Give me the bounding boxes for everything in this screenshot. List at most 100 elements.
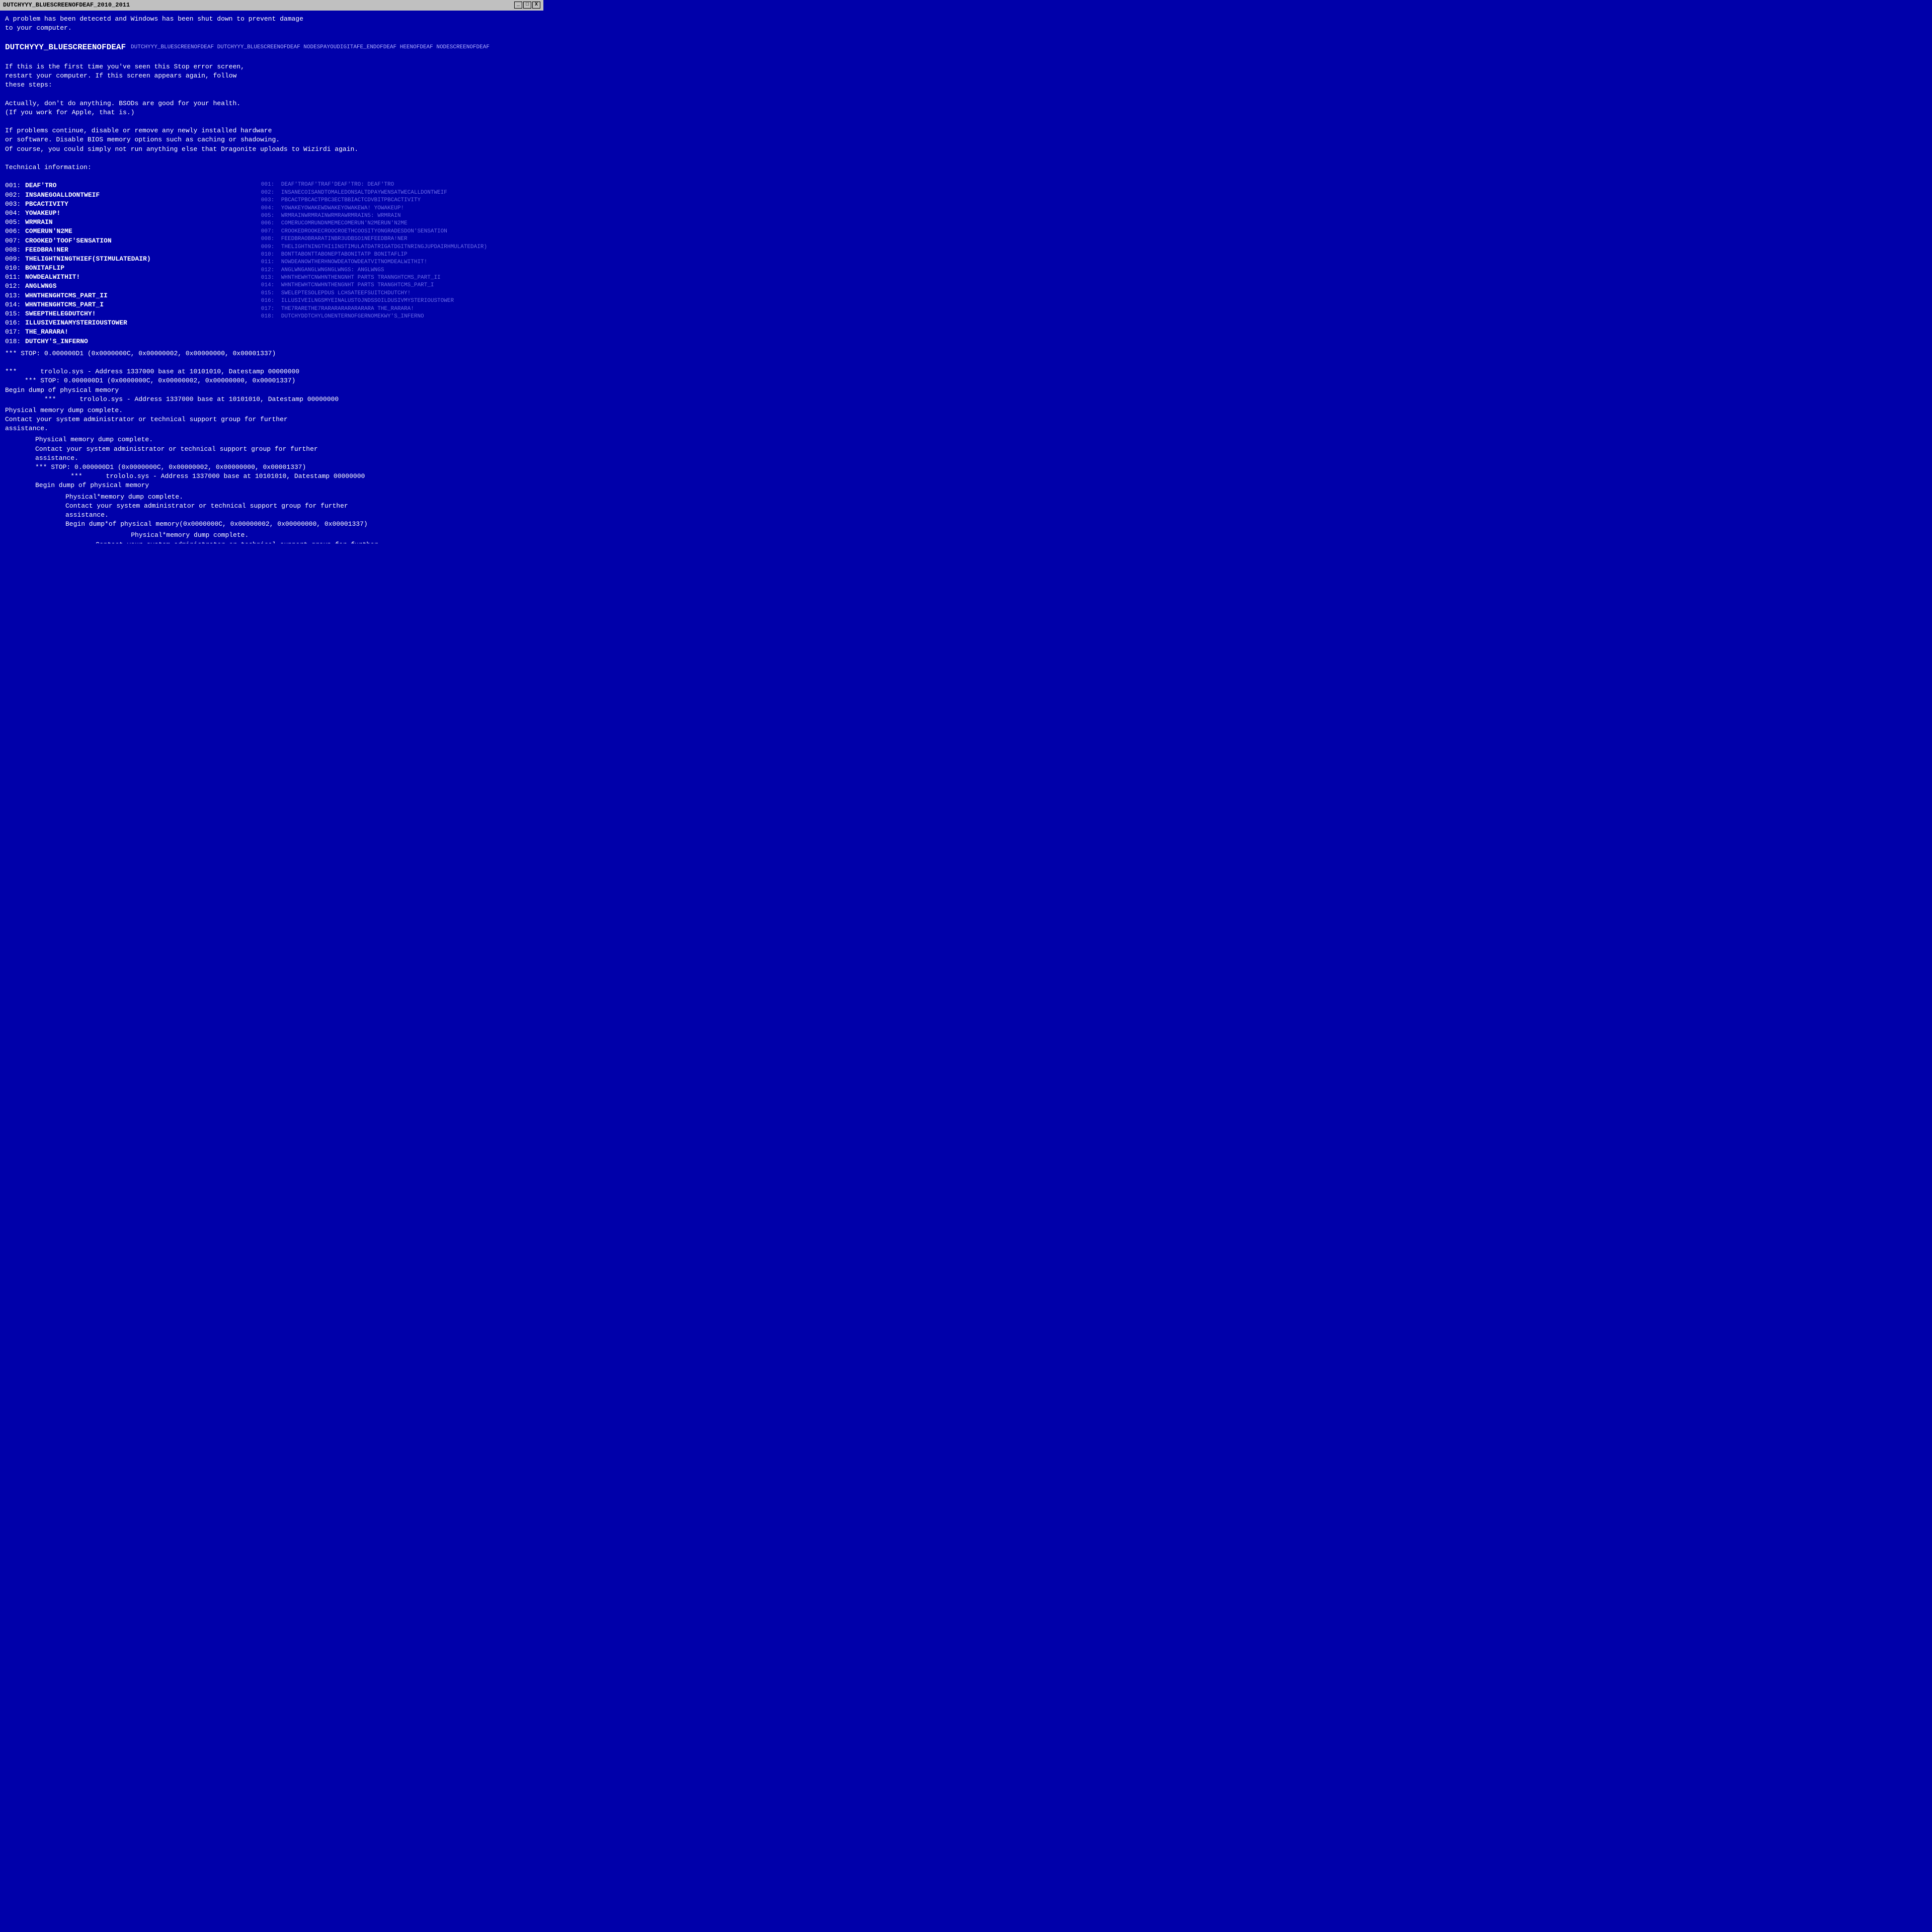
maximize-button[interactable]: □	[523, 2, 531, 9]
hardware-text: If problems continue, disable or remove …	[5, 126, 538, 154]
error-item-left: 013:WHNTHENGHTCMS_PART_II	[5, 291, 261, 300]
error-item-left: 014:WHNTHENGHTCMS_PART_I	[5, 300, 261, 309]
error-item-left: 003:PBCACTIVITY	[5, 200, 261, 209]
error-name-right: NOWDEANOWTHERHNOWDEATOWDEATVITNOMDEALWIT…	[281, 259, 427, 266]
error-item-right: 009:THELIGHTNINGTHI1INSTIMULATDATRIGATDG…	[261, 244, 538, 251]
error-item-right: 005:WRMRAINWRMRAINWRMRAWRMRAIN5: WRMRAIN	[261, 212, 538, 220]
error-num: 003:	[5, 200, 23, 209]
dump-layer-text: Physical*memory dump complete. Contact y…	[96, 531, 538, 543]
error-num: 011:	[5, 273, 23, 282]
error-list-right: 001:DEAF'TROAF'TRAF'DEAF'TRO: DEAF'TRO00…	[261, 181, 538, 346]
title-bar: DUTCHYYY_BLUESCREENOFDEAF_2010_2011 _ □ …	[0, 0, 543, 11]
marquee-text: DUTCHYYY_BLUESCREENOFDEAF DUTCHYYY_BLUES…	[131, 44, 538, 51]
dump-layer: Physical*memory dump complete. Contact y…	[5, 493, 538, 529]
error-num-right: 008:	[261, 235, 279, 243]
dump-layer: Physical memory dump complete. Contact y…	[5, 435, 538, 490]
error-name: ANGLWNGS	[25, 282, 56, 291]
error-num-right: 002:	[261, 189, 279, 197]
error-list-container: 001:DEAF'TRO002:INSANEGOALLDONTWEIF003:P…	[5, 181, 538, 346]
title-bar-buttons: _ □ X	[514, 2, 540, 9]
error-name-right: DUTCHYDDTCHYLONENTERNOFGERNOMEKWY'S_INFE…	[281, 313, 424, 320]
dump-layers: Physical memory dump complete. Contact y…	[5, 406, 538, 543]
error-num-right: 016:	[261, 297, 279, 305]
error-name: BONITAFLIP	[25, 264, 64, 273]
error-num: 004:	[5, 209, 23, 218]
trololo2: *** trololo.sys - Address 1337000 base a…	[5, 395, 538, 404]
error-item-right: 017:THE7RARETHE7RARARARARARARARA THE_RAR…	[261, 305, 538, 313]
error-name: THELIGHTNINGTHIEF(STIMULATEDAIR)	[25, 255, 151, 264]
error-num-right: 018:	[261, 313, 279, 320]
error-item-right: 013:WHNTHEWHTCNWHNTHENGNHT PARTS TRANNGH…	[261, 274, 538, 282]
error-list-left: 001:DEAF'TRO002:INSANEGOALLDONTWEIF003:P…	[5, 181, 261, 346]
error-num-right: 006:	[261, 220, 279, 227]
error-name: NOWDEALWITHIT!	[25, 273, 80, 282]
error-num-right: 012:	[261, 267, 279, 274]
error-num-right: 014:	[261, 282, 279, 289]
error-name-right: INSANECOISANDTOMALEDONSALTDPAYWENSATWECA…	[281, 189, 447, 197]
error-num: 012:	[5, 282, 23, 291]
dump-layer: Physical memory dump complete. Contact y…	[5, 406, 538, 434]
error-item-right: 004:YOWAKEYOWAKEWDWAKEYOWAKEWA! YOWAKEUP…	[261, 205, 538, 212]
error-num: 008:	[5, 246, 23, 255]
error-num: 007:	[5, 236, 23, 246]
dump-layer-text: Physical memory dump complete. Contact y…	[35, 435, 538, 490]
error-item-right: 015:SWELEPTESOLEPDUS LCHSATEEFSUITCHDUTC…	[261, 290, 538, 297]
stop-line2: *** STOP: 0.000000D1 (0x0000000C, 0x0000…	[5, 376, 538, 385]
error-name: WHNTHENGHTCMS_PART_II	[25, 291, 108, 300]
error-item-left: 016:ILLUSIVEINAMYSTERIOUSTOWER	[5, 318, 261, 328]
close-button[interactable]: X	[532, 2, 540, 9]
error-name: PBCACTIVITY	[25, 200, 68, 209]
error-num-right: 005:	[261, 212, 279, 220]
error-name-right: THELIGHTNINGTHI1INSTIMULATDATRIGATDGITNR…	[281, 244, 487, 251]
error-num: 001:	[5, 181, 23, 190]
error-num-right: 009:	[261, 244, 279, 251]
error-item-left: 017:THE_RARARA!	[5, 328, 261, 337]
error-item-left: 012:ANGLWNGS	[5, 282, 261, 291]
error-item-right: 003:PBCACTPBCACTPBC3ECTBBIACTCDVBITPBCAC…	[261, 197, 538, 204]
error-item-right: 012:ANGLWNGANGLWNGNGLWNGS: ANGLWNGS	[261, 267, 538, 274]
error-name: CROOKED'TOOF'SENSATION	[25, 236, 112, 246]
stop-section: *** STOP: 0.000000D1 (0x0000000C, 0x0000…	[5, 349, 538, 404]
error-item-right: 006:COMERUCOMRUNDNMEMECOMERUN'N2MERUN'N2…	[261, 220, 538, 227]
error-num-right: 007:	[261, 228, 279, 235]
error-item-left: 011:NOWDEALWITHIT!	[5, 273, 261, 282]
error-name-right: YOWAKEYOWAKEWDWAKEYOWAKEWA! YOWAKEUP!	[281, 205, 404, 212]
program-name-bold: DUTCHYYY_BLUESCREENOFDEAF	[5, 42, 126, 53]
error-name-right: SWELEPTESOLEPDUS LCHSATEEFSUITCHDUTCHY!	[281, 290, 411, 297]
error-num-right: 017:	[261, 305, 279, 313]
error-name-right: COMERUCOMRUNDNMEMECOMERUN'N2MERUN'N2ME	[281, 220, 408, 227]
error-num-right: 010:	[261, 251, 279, 259]
error-name-right: DEAF'TROAF'TRAF'DEAF'TRO: DEAF'TRO	[281, 181, 394, 189]
error-name-right: PBCACTPBCACTPBC3ECTBBIACTCDVBITPBCACTIVI…	[281, 197, 421, 204]
error-num: 009:	[5, 255, 23, 264]
error-name-right: BONTTABONTTABONEPTABONITATP BONITAFLIP	[281, 251, 408, 259]
error-name: DEAF'TRO	[25, 181, 56, 190]
error-name: FEEDBRA!NER	[25, 246, 68, 255]
error-num-right: 003:	[261, 197, 279, 204]
error-num: 017:	[5, 328, 23, 337]
dump-layer-text: Physical*memory dump complete. Contact y…	[65, 493, 538, 529]
instructions-text: If this is the first time you've seen th…	[5, 62, 538, 90]
main-content[interactable]: A problem has been detecetd and Windows …	[0, 11, 543, 543]
error-item-left: 004:YOWAKEUP!	[5, 209, 261, 218]
error-num: 013:	[5, 291, 23, 300]
error-name-right: WHNTHEWHTCNWHNTHENGNHT PARTS TRANNGHTCMS…	[281, 274, 441, 282]
error-item-right: 008:FEEDBRAOBRARATINBR3UDBSO1NEFEEDBRA!N…	[261, 235, 538, 243]
error-item-left: 002:INSANEGOALLDONTWEIF	[5, 191, 261, 200]
error-name-right: ANGLWNGANGLWNGNGLWNGS: ANGLWNGS	[281, 267, 384, 274]
error-name-right: WHNTHEWHTCNWHNTHENGNHT PARTS TRANGHTCMS_…	[281, 282, 434, 289]
minimize-button[interactable]: _	[514, 2, 522, 9]
window: DUTCHYYY_BLUESCREENOFDEAF_2010_2011 _ □ …	[0, 0, 543, 543]
error-item-right: 001:DEAF'TROAF'TRAF'DEAF'TRO: DEAF'TRO	[261, 181, 538, 189]
error-item-right: 011:NOWDEANOWTHERHNOWDEATOWDEATVITNOMDEA…	[261, 259, 538, 266]
error-name: THE_RARARA!	[25, 328, 68, 337]
error-item-left: 009:THELIGHTNINGTHIEF(STIMULATEDAIR)	[5, 255, 261, 264]
error-num: 010:	[5, 264, 23, 273]
error-name: YOWAKEUP!	[25, 209, 60, 218]
error-item-left: 005:WRMRAIN	[5, 218, 261, 227]
error-item-left: 015:SWEEPTHELEGDUTCHY!	[5, 309, 261, 318]
error-num: 014:	[5, 300, 23, 309]
error-name-right: FEEDBRAOBRARATINBR3UDBSO1NEFEEDBRA!NER	[281, 235, 408, 243]
error-item-right: 002:INSANECOISANDTOMALEDONSALTDPAYWENSAT…	[261, 189, 538, 197]
error-num: 018:	[5, 337, 23, 346]
